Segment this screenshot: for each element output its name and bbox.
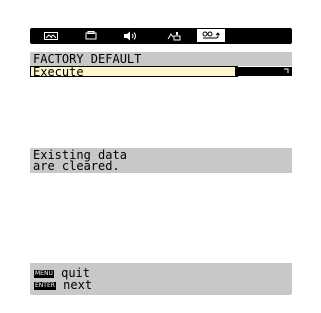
setup-icon (202, 31, 220, 38)
tab-settings[interactable] (162, 28, 186, 44)
enter-return-icon (284, 68, 289, 73)
next-label: next (63, 278, 93, 292)
menu-item-execute-label: Execute (33, 65, 84, 79)
message-line-2: are cleared. (33, 159, 120, 173)
menu-title: FACTORY DEFAULT (33, 52, 142, 66)
tab-display[interactable] (80, 28, 102, 44)
footer-next-row[interactable]: ENTER next (34, 279, 92, 291)
enter-key-icon: ENTER (34, 281, 56, 290)
tab-setup[interactable] (196, 28, 226, 43)
audio-icon (124, 31, 136, 41)
menu-item-value[interactable] (235, 67, 292, 76)
tab-audio[interactable] (120, 28, 142, 44)
menu-key-icon: MENU (34, 269, 54, 278)
settings-icon (167, 32, 181, 41)
menu-tab-bar (30, 28, 292, 44)
tab-picture[interactable] (40, 28, 62, 44)
osd-screen: FACTORY DEFAULT Execute Existing data ar… (27, 28, 295, 295)
display-icon (85, 31, 97, 40)
picture-icon (44, 32, 58, 40)
